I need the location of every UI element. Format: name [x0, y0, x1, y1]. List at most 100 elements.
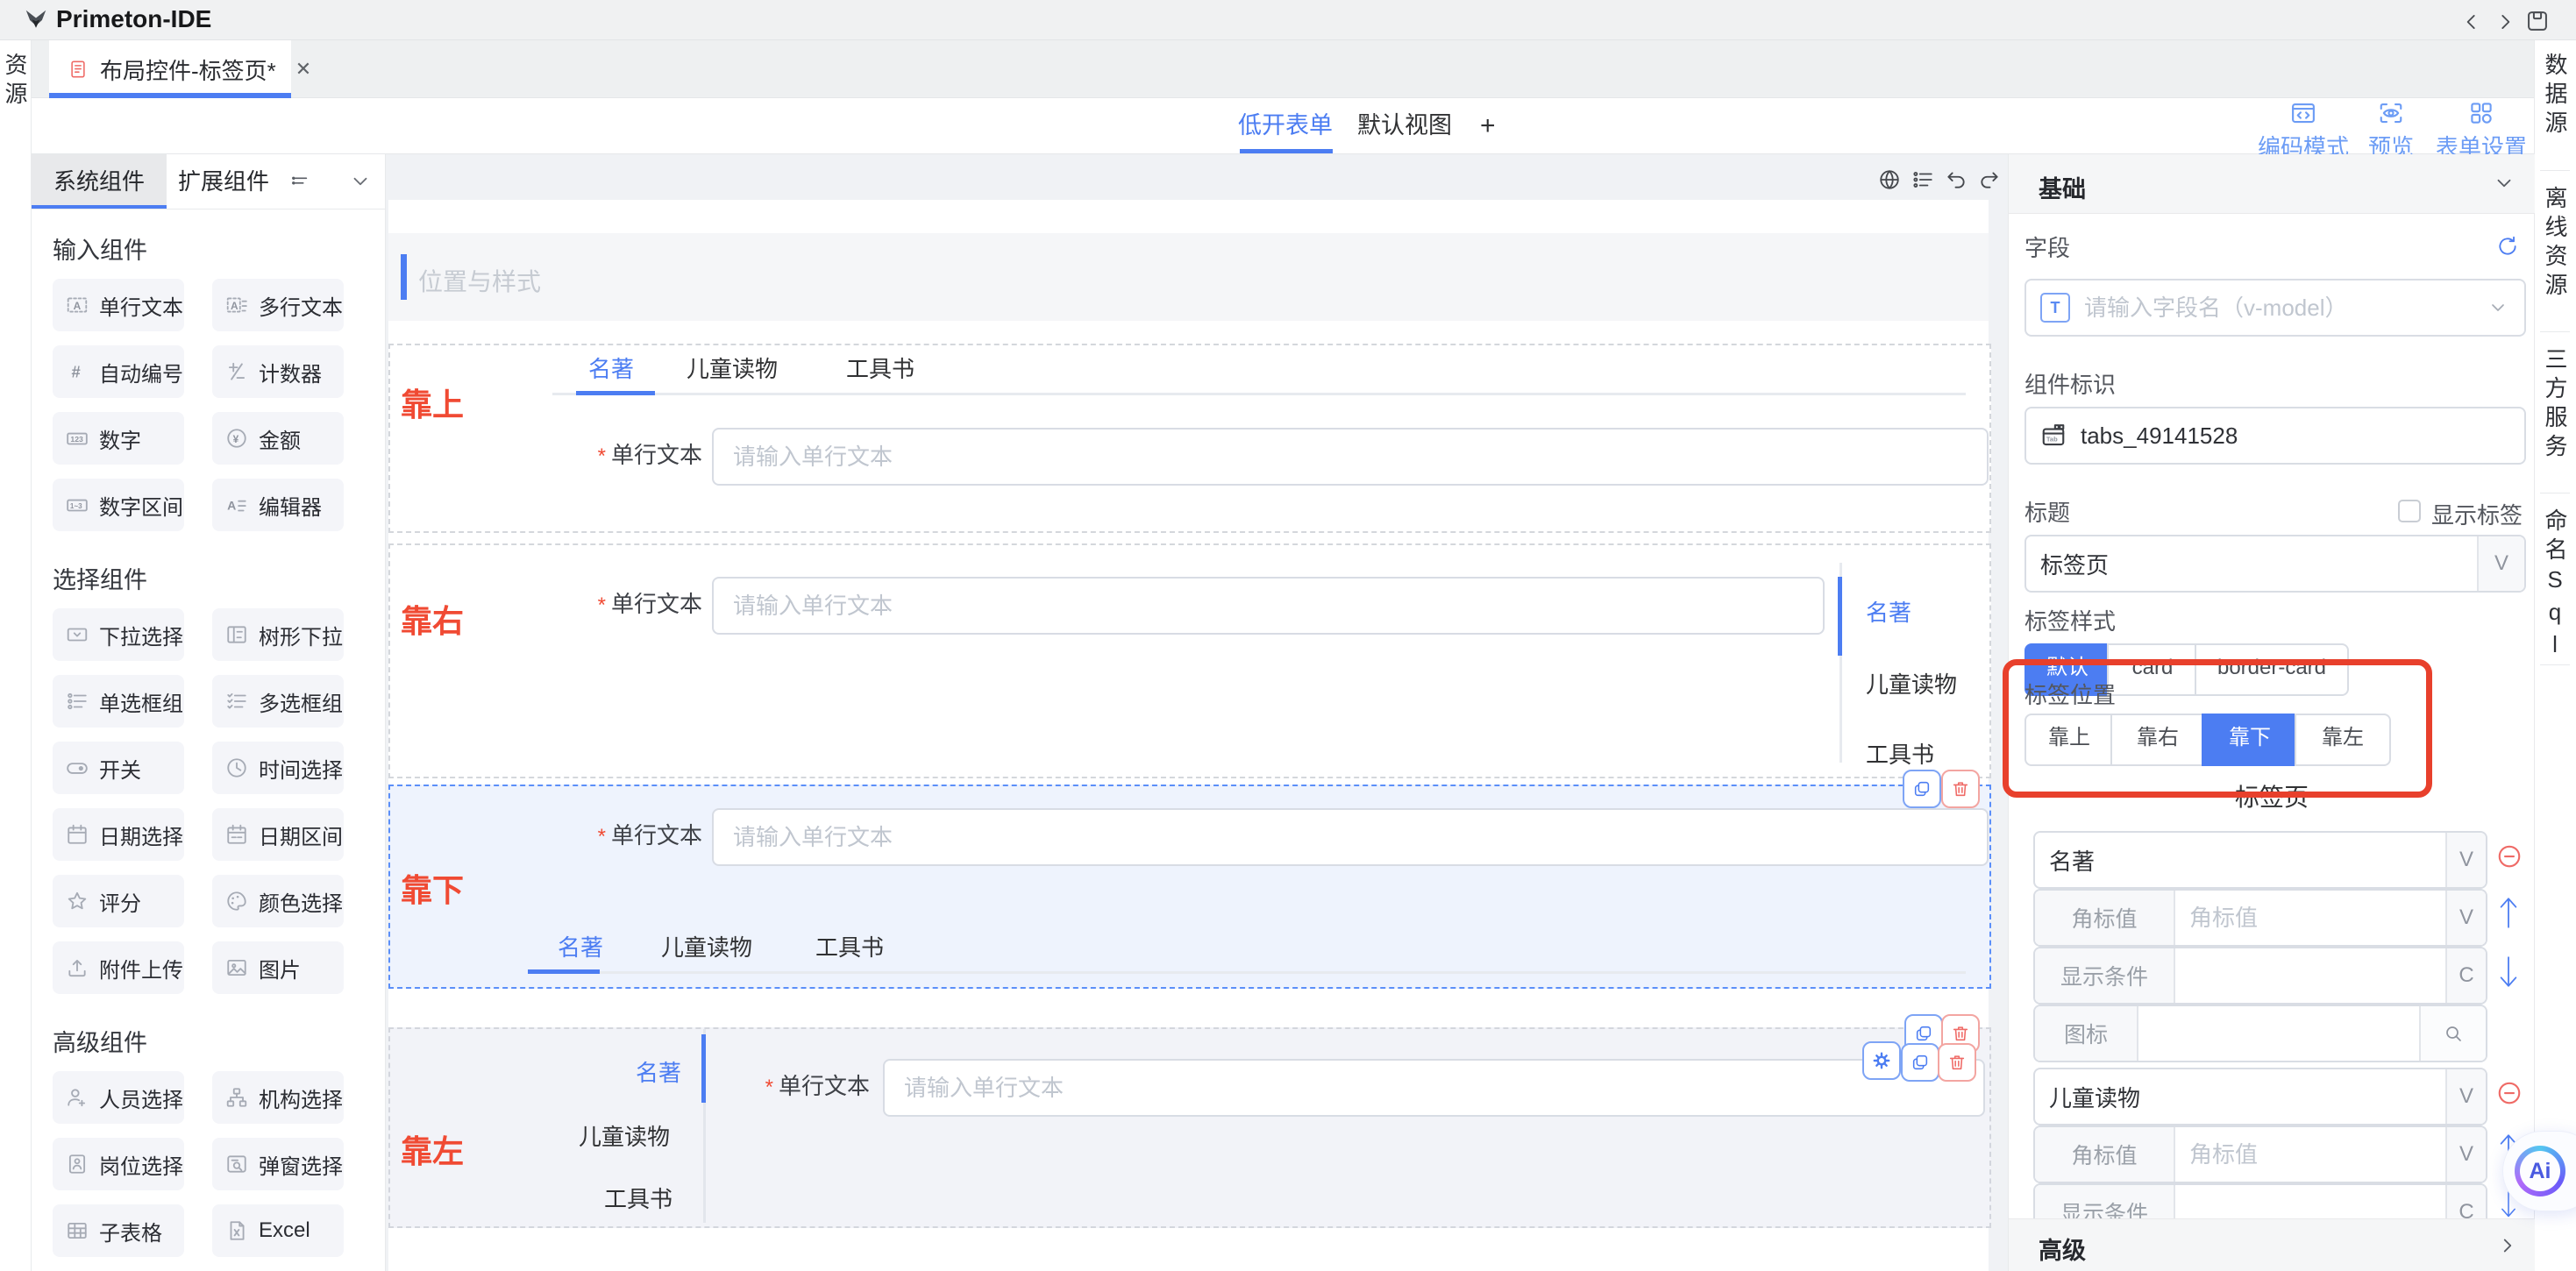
style-option-card[interactable]: card — [2107, 643, 2198, 696]
collapse-panel-chevron-icon[interactable] — [349, 170, 372, 193]
palette-item-auto-number[interactable]: # 自动编号 — [53, 345, 184, 398]
code-mode-button[interactable]: 编码模式 — [2247, 100, 2359, 162]
position-option-bottom[interactable]: 靠下 — [2202, 714, 2298, 766]
form-settings-button[interactable]: 表单设置 — [2425, 100, 2537, 162]
palette-item-number[interactable]: 123 数字 — [53, 412, 184, 465]
tab-item[interactable]: 名著 — [588, 354, 634, 384]
variable-suffix-button[interactable]: V — [2445, 1127, 2486, 1182]
variable-suffix-button[interactable]: V — [2445, 833, 2486, 887]
document-tab[interactable]: 布局控件-标签页* ✕ — [49, 40, 291, 98]
close-tab-icon[interactable]: ✕ — [295, 58, 311, 81]
add-view-button[interactable]: + — [1480, 98, 1496, 153]
tab-default-view[interactable]: 默认视图 — [1357, 98, 1452, 153]
tab-item[interactable]: 儿童读物 — [661, 933, 752, 962]
icon-select-row[interactable]: 图标 — [2033, 1005, 2487, 1062]
palette-item-editor[interactable]: A 编辑器 — [212, 479, 344, 531]
right-rail-named-sql[interactable]: 命名Sql — [2544, 508, 2566, 664]
delete-component-button[interactable] — [1941, 770, 1980, 808]
palette-tab-extend[interactable]: 扩展组件 — [167, 154, 281, 209]
copy-field-button[interactable] — [1901, 1043, 1939, 1082]
tabs-block-right[interactable]: 靠右 *单行文本 名著 儿童读物 工具书 — [388, 543, 1991, 778]
palette-item-date-range[interactable]: 日期区间 — [212, 808, 344, 861]
nav-forward-icon[interactable] — [2494, 11, 2516, 33]
show-label-checkbox[interactable] — [2398, 500, 2421, 522]
field-name-input[interactable]: T — [2025, 279, 2526, 337]
condition-suffix-button[interactable]: C — [2445, 948, 2486, 1003]
single-line-text-input[interactable] — [883, 1059, 1985, 1117]
tab-item[interactable]: 工具书 — [1866, 740, 1934, 770]
copy-component-button[interactable] — [1903, 770, 1941, 808]
nav-back-icon[interactable] — [2460, 11, 2483, 33]
tabs-block-bottom-selected[interactable]: *单行文本 靠下 名著 儿童读物 工具书 — [388, 785, 1991, 989]
left-rail-resources[interactable]: 资源 — [4, 53, 26, 110]
move-down-icon[interactable] — [2496, 954, 2521, 991]
preview-button[interactable]: 预览 — [2351, 100, 2431, 162]
palette-item-multi-line-text[interactable]: A 多行文本 — [212, 279, 344, 331]
palette-item-switch[interactable]: 开关 — [53, 742, 184, 794]
tabs-block-top[interactable]: 靠上 名著 儿童读物 工具书 *单行文本 — [388, 344, 1991, 533]
right-rail-datasource[interactable]: 数据源 — [2544, 53, 2566, 139]
section-header-position-style[interactable]: 位置与样式 — [388, 233, 1989, 321]
outline-tree-icon[interactable] — [1911, 168, 1934, 191]
palette-item-money[interactable]: ¥ 金额 — [212, 412, 344, 465]
tab-item[interactable]: 名著 — [558, 933, 603, 962]
right-rail-third-party-services[interactable]: 三方服务 — [2544, 347, 2566, 463]
palette-item-post-select[interactable]: 岗位选择 — [53, 1138, 184, 1190]
palette-item-single-line-text[interactable]: A 单行文本 — [53, 279, 184, 331]
palette-item-date-picker[interactable]: 日期选择 — [53, 808, 184, 861]
display-condition-row[interactable]: 显示条件 C — [2033, 947, 2487, 1005]
position-option-left[interactable]: 靠左 — [2295, 714, 2391, 766]
undo-icon[interactable] — [1945, 168, 1968, 191]
tab-item[interactable]: 工具书 — [604, 1184, 672, 1214]
advanced-section-header[interactable]: 高级 — [2009, 1218, 2535, 1271]
badge-value-row[interactable]: 角标值 V — [2033, 889, 2487, 947]
tab-item[interactable]: 儿童读物 — [579, 1122, 670, 1152]
ai-icon[interactable]: Ai — [2515, 1146, 2565, 1196]
palette-item-radio-group[interactable]: 单选框组 — [53, 675, 184, 728]
tab-name-input[interactable]: V — [2033, 831, 2487, 889]
ai-assistant-button[interactable]: Ai — [2502, 1131, 2576, 1211]
tab-item[interactable]: 儿童读物 — [1866, 670, 1957, 699]
tab-name-input[interactable]: V — [2033, 1068, 2487, 1125]
single-line-text-input[interactable] — [712, 577, 1825, 635]
palette-item-tree-select[interactable]: 树形下拉 — [212, 608, 344, 661]
title-input[interactable]: V — [2025, 535, 2526, 593]
tab-item[interactable]: 工具书 — [846, 354, 914, 384]
variable-suffix-button[interactable]: V — [2477, 536, 2524, 591]
palette-item-color-picker[interactable]: 颜色选择 — [212, 875, 344, 927]
delete-field-button[interactable] — [1938, 1043, 1976, 1082]
palette-item-time-picker[interactable]: 时间选择 — [212, 742, 344, 794]
palette-item-dialog-select[interactable]: 弹窗选择 — [212, 1138, 344, 1190]
tabs-block-left[interactable]: 靠左 名著 儿童读物 工具书 *单行文本 — [388, 1027, 1991, 1228]
redo-icon[interactable] — [1978, 168, 2001, 191]
tab-lowcode-form[interactable]: 低开表单 — [1238, 98, 1333, 153]
palette-tab-system[interactable]: 系统组件 — [32, 154, 167, 209]
palette-item-upload[interactable]: 附件上传 — [53, 941, 184, 994]
single-line-text-input[interactable] — [712, 428, 1989, 486]
right-rail-offline-resources[interactable]: 离线资源 — [2544, 186, 2566, 302]
palette-item-org-select[interactable]: 机构选择 — [212, 1071, 344, 1124]
palette-item-number-range[interactable]: 1~3 数字区间 — [53, 479, 184, 531]
variable-suffix-button[interactable]: V — [2445, 891, 2486, 945]
move-up-icon[interactable] — [2496, 894, 2521, 931]
palette-item-counter[interactable]: 计数器 — [212, 345, 344, 398]
badge-value-row[interactable]: 角标值 V — [2033, 1125, 2487, 1183]
search-icon[interactable] — [2419, 1006, 2486, 1061]
tab-item[interactable]: 名著 — [1866, 598, 1911, 628]
palette-item-checkbox-group[interactable]: 多选框组 — [212, 675, 344, 728]
position-option-top[interactable]: 靠上 — [2025, 714, 2114, 766]
sort-list-icon[interactable] — [291, 172, 310, 191]
palette-item-select[interactable]: 下拉选择 — [53, 608, 184, 661]
position-option-right[interactable]: 靠右 — [2110, 714, 2205, 766]
palette-item-rate[interactable]: 评分 — [53, 875, 184, 927]
tab-item[interactable]: 工具书 — [815, 933, 884, 962]
tab-item[interactable]: 儿童读物 — [687, 354, 778, 384]
refresh-icon[interactable] — [2496, 235, 2519, 258]
variable-suffix-button[interactable]: V — [2445, 1069, 2486, 1124]
remove-tab-icon[interactable] — [2496, 1080, 2523, 1106]
single-line-text-input[interactable] — [712, 808, 1989, 866]
component-id-input[interactable]: Tab — [2025, 407, 2526, 465]
palette-item-person-select[interactable]: 人员选择 — [53, 1071, 184, 1124]
palette-item-excel[interactable]: Excel — [212, 1204, 344, 1257]
remove-tab-icon[interactable] — [2496, 843, 2523, 870]
